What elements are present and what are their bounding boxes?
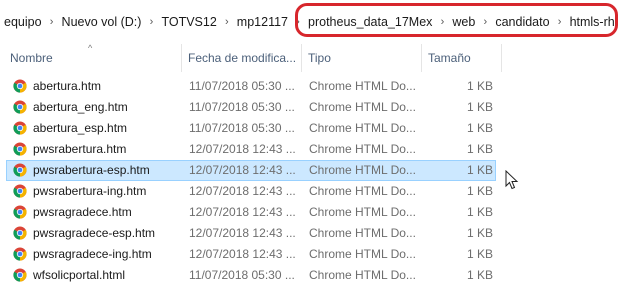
file-row[interactable]: abertura.htm 11/07/2018 05:30 ... Chrome…: [6, 76, 496, 97]
file-explorer-window: equipo › Nuevo vol (D:) › TOTVS12 › mp12…: [0, 0, 636, 291]
breadcrumb-item-candidato[interactable]: candidato: [493, 13, 551, 31]
chrome-icon: [13, 226, 29, 242]
file-row[interactable]: pwsrabertura-ing.htm 12/07/2018 12:43 ..…: [6, 181, 496, 202]
chevron-right-icon[interactable]: ›: [44, 13, 60, 31]
file-date: 12/07/2018 12:43 ...: [189, 142, 296, 156]
file-type: Chrome HTML Do...: [309, 100, 416, 114]
column-divider[interactable]: [501, 44, 502, 72]
chrome-icon: [13, 121, 29, 137]
chevron-right-icon[interactable]: ›: [143, 13, 159, 31]
file-name: pwsrabertura-esp.htm: [33, 163, 150, 177]
file-row[interactable]: pwsragradece-esp.htm 12/07/2018 12:43 ..…: [6, 223, 496, 244]
file-type: Chrome HTML Do...: [309, 226, 416, 240]
file-row[interactable]: pwsragradece.htm 12/07/2018 12:43 ... Ch…: [6, 202, 496, 223]
address-bar[interactable]: equipo › Nuevo vol (D:) › TOTVS12 › mp12…: [0, 0, 636, 44]
file-size: 1 KB: [466, 163, 493, 177]
breadcrumb-item-htmls-rh[interactable]: htmls-rh: [568, 13, 617, 31]
file-date: 12/07/2018 12:43 ...: [189, 163, 296, 177]
column-header-name[interactable]: Nombre: [10, 44, 180, 72]
chevron-right-icon[interactable]: ›: [477, 13, 493, 31]
column-header-date[interactable]: Fecha de modifica...: [188, 44, 298, 72]
file-row[interactable]: pwsrabertura.htm 12/07/2018 12:43 ... Ch…: [6, 139, 496, 160]
mouse-cursor-icon: [505, 170, 519, 190]
chevron-right-icon[interactable]: ›: [290, 13, 306, 31]
column-header-row: Nombre Fecha de modifica... Tipo Tamaño: [0, 44, 636, 72]
file-name: pwsragradece.htm: [33, 205, 132, 219]
chevron-right-icon[interactable]: ›: [434, 13, 450, 31]
file-name: pwsrabertura.htm: [33, 142, 127, 156]
chevron-right-icon[interactable]: ›: [552, 13, 568, 31]
file-name: pwsragradece-esp.htm: [33, 226, 156, 240]
file-row[interactable]: wfsolicportal.html 11/07/2018 05:30 ... …: [6, 265, 496, 286]
chrome-icon: [13, 142, 29, 158]
column-divider[interactable]: [301, 44, 302, 72]
file-type: Chrome HTML Do...: [309, 142, 416, 156]
file-type: Chrome HTML Do...: [309, 247, 416, 261]
chrome-icon: [13, 184, 29, 200]
chrome-icon: [13, 205, 29, 221]
file-type: Chrome HTML Do...: [309, 163, 416, 177]
chrome-icon: [13, 268, 29, 284]
chrome-icon: [13, 247, 29, 263]
chrome-icon: [13, 100, 29, 116]
breadcrumb-item-drive[interactable]: Nuevo vol (D:): [60, 13, 144, 31]
file-name: abertura_eng.htm: [33, 100, 128, 114]
file-size: 1 KB: [466, 100, 493, 114]
file-size: 1 KB: [466, 205, 493, 219]
file-size: 1 KB: [466, 142, 493, 156]
column-divider[interactable]: [421, 44, 422, 72]
file-date: 11/07/2018 05:30 ...: [189, 79, 295, 93]
breadcrumb-item-protheus-data[interactable]: protheus_data_17Mex: [306, 13, 434, 31]
file-name: pwsrabertura-ing.htm: [33, 184, 147, 198]
file-type: Chrome HTML Do...: [309, 205, 416, 219]
file-date: 12/07/2018 12:43 ...: [189, 184, 296, 198]
file-type: Chrome HTML Do...: [309, 184, 416, 198]
chrome-icon: [13, 79, 29, 95]
file-size: 1 KB: [466, 184, 493, 198]
breadcrumb-item-equipo[interactable]: equipo: [2, 13, 44, 31]
file-date: 11/07/2018 05:30 ...: [189, 100, 295, 114]
file-row[interactable]: pwsragradece-ing.htm 12/07/2018 12:43 ..…: [6, 244, 496, 265]
file-size: 1 KB: [466, 121, 493, 135]
breadcrumb: equipo › Nuevo vol (D:) › TOTVS12 › mp12…: [2, 13, 617, 31]
file-name: pwsragradece-ing.htm: [33, 247, 152, 261]
file-size: 1 KB: [466, 226, 493, 240]
file-date: 12/07/2018 12:43 ...: [189, 205, 296, 219]
breadcrumb-item-totvs12[interactable]: TOTVS12: [159, 13, 218, 31]
file-size: 1 KB: [466, 247, 493, 261]
breadcrumb-item-web[interactable]: web: [450, 13, 477, 31]
file-name: abertura.htm: [33, 79, 102, 93]
file-type: Chrome HTML Do...: [309, 79, 416, 93]
chrome-icon: [13, 163, 29, 179]
file-date: 11/07/2018 05:30 ...: [189, 121, 295, 135]
file-type: Chrome HTML Do...: [309, 121, 416, 135]
chevron-right-icon[interactable]: ›: [219, 13, 235, 31]
file-date: 12/07/2018 12:43 ...: [189, 226, 296, 240]
file-size: 1 KB: [466, 268, 493, 282]
file-type: Chrome HTML Do...: [309, 268, 416, 282]
file-row-selected[interactable]: pwsrabertura-esp.htm 12/07/2018 12:43 ..…: [6, 160, 496, 181]
file-date: 12/07/2018 12:43 ...: [189, 247, 296, 261]
file-name: wfsolicportal.html: [33, 268, 126, 282]
file-row[interactable]: abertura_esp.htm 11/07/2018 05:30 ... Ch…: [6, 118, 496, 139]
column-header-type[interactable]: Tipo: [308, 44, 418, 72]
file-row[interactable]: abertura_eng.htm 11/07/2018 05:30 ... Ch…: [6, 97, 496, 118]
file-size: 1 KB: [466, 79, 493, 93]
file-date: 11/07/2018 05:30 ...: [189, 268, 295, 282]
breadcrumb-item-mp12117[interactable]: mp12117: [235, 13, 290, 31]
file-name: abertura_esp.htm: [33, 121, 128, 135]
column-divider[interactable]: [181, 44, 182, 72]
column-header-size[interactable]: Tamaño: [428, 44, 498, 72]
